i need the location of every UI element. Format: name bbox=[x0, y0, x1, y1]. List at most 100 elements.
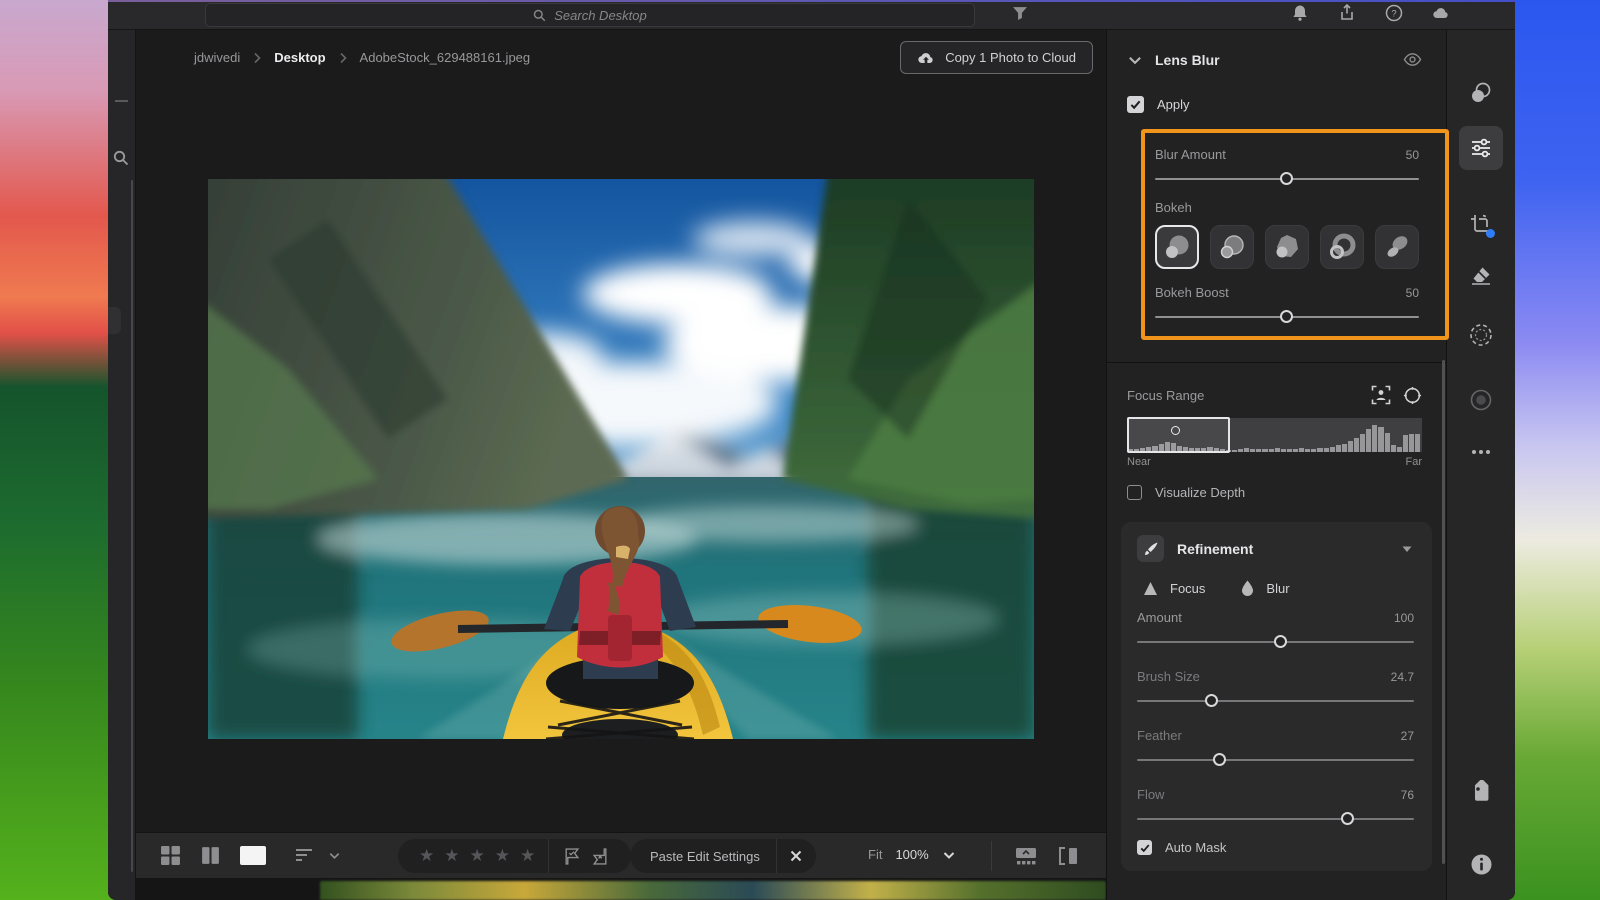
visualize-depth-label: Visualize Depth bbox=[1155, 485, 1245, 500]
focus-mode-button[interactable]: Focus bbox=[1143, 581, 1205, 596]
compare-view-icon[interactable] bbox=[200, 845, 221, 866]
photo-grid-search-icon[interactable] bbox=[113, 150, 129, 166]
paste-edit-settings-button[interactable]: Paste Edit Settings bbox=[650, 849, 776, 864]
copy-button-label: Copy 1 Photo to Cloud bbox=[945, 50, 1076, 65]
panel-scrollbar[interactable] bbox=[1442, 360, 1445, 864]
breadcrumb-folder[interactable]: Desktop bbox=[274, 50, 325, 65]
focus-range-histogram[interactable] bbox=[1127, 418, 1422, 452]
far-label: Far bbox=[1406, 456, 1423, 468]
before-after-icon[interactable] bbox=[1056, 846, 1080, 866]
dismiss-paste-button[interactable] bbox=[776, 839, 816, 873]
filmstrip-toggle-icon[interactable] bbox=[1014, 846, 1038, 866]
feather-track[interactable] bbox=[1137, 759, 1414, 761]
bokeh-option-blade[interactable] bbox=[1265, 225, 1309, 269]
star-icon[interactable]: ★ bbox=[419, 846, 434, 865]
detail-view-icon[interactable] bbox=[240, 846, 266, 865]
auto-mask-checkbox[interactable] bbox=[1137, 840, 1152, 855]
brush-size-thumb[interactable] bbox=[1205, 694, 1218, 707]
copy-to-cloud-button[interactable]: Copy 1 Photo to Cloud bbox=[900, 41, 1093, 74]
filmstrip-thumbnail[interactable] bbox=[320, 881, 1106, 900]
apply-label: Apply bbox=[1157, 97, 1190, 112]
info-icon[interactable] bbox=[1459, 842, 1503, 886]
focus-range-header: Focus Range bbox=[1127, 385, 1422, 405]
help-icon[interactable]: ? bbox=[1385, 4, 1403, 22]
star-icon[interactable]: ★ bbox=[470, 846, 485, 865]
masking-icon[interactable] bbox=[1459, 313, 1503, 357]
notifications-bell-icon[interactable] bbox=[1291, 4, 1309, 22]
flow-thumb[interactable] bbox=[1341, 812, 1354, 825]
flow-slider: Flow 76 bbox=[1137, 787, 1414, 820]
bokeh-boost-track[interactable] bbox=[1155, 316, 1419, 318]
sort-icon[interactable] bbox=[294, 846, 314, 864]
near-label: Near bbox=[1127, 456, 1151, 468]
blur-amount-thumb[interactable] bbox=[1280, 172, 1293, 185]
sort-group bbox=[294, 846, 341, 864]
star-icon[interactable]: ★ bbox=[444, 846, 459, 865]
focus-range-label: Focus Range bbox=[1127, 388, 1204, 403]
amount-track[interactable] bbox=[1137, 641, 1414, 643]
brush-size-track[interactable] bbox=[1137, 700, 1414, 702]
bokeh-option-ring[interactable] bbox=[1320, 225, 1364, 269]
bokeh-boost-thumb[interactable] bbox=[1280, 310, 1293, 323]
feather-thumb[interactable] bbox=[1213, 753, 1226, 766]
blur-amount-track[interactable] bbox=[1155, 178, 1419, 180]
star-icon[interactable]: ★ bbox=[495, 846, 510, 865]
cloud-sync-icon[interactable] bbox=[1432, 4, 1450, 22]
lens-blur-header: Lens Blur bbox=[1127, 50, 1422, 69]
center-area: jdwivedi Desktop AdobeStock_629488161.jp… bbox=[136, 30, 1106, 900]
search-input[interactable]: Search Desktop bbox=[205, 3, 975, 27]
more-options-icon[interactable] bbox=[1459, 430, 1503, 474]
focus-subject-icon[interactable] bbox=[1371, 385, 1391, 405]
check-icon bbox=[1130, 99, 1141, 110]
highlighted-controls: Blur Amount 50 Bokeh bbox=[1141, 129, 1449, 340]
lens-blur-tool-icon[interactable] bbox=[1459, 378, 1503, 422]
keywords-tag-icon[interactable] bbox=[1459, 770, 1503, 814]
pick-flag-icon[interactable] bbox=[563, 848, 580, 865]
filter-icon[interactable] bbox=[1011, 5, 1033, 25]
left-rail bbox=[108, 30, 136, 900]
chevron-down-icon[interactable] bbox=[942, 848, 956, 862]
healing-eraser-icon[interactable] bbox=[1459, 254, 1503, 298]
zoom-controls: Fit 100% bbox=[868, 847, 956, 862]
visualize-depth-checkbox[interactable] bbox=[1127, 485, 1142, 500]
zoom-level[interactable]: 100% bbox=[895, 847, 928, 862]
topbar-icon-group: ? bbox=[1291, 4, 1450, 22]
amount-label: Amount bbox=[1137, 610, 1182, 625]
edit-sliders-icon[interactable] bbox=[1459, 126, 1503, 170]
photo-illustration bbox=[208, 179, 1034, 739]
fit-button[interactable]: Fit bbox=[868, 847, 882, 862]
chevron-down-icon[interactable] bbox=[328, 849, 341, 862]
chevron-down-icon[interactable] bbox=[1127, 52, 1143, 68]
star-icon[interactable]: ★ bbox=[520, 846, 535, 865]
left-scrollbar[interactable] bbox=[131, 180, 133, 872]
bokeh-option-circle[interactable] bbox=[1155, 225, 1199, 269]
focus-point-icon[interactable] bbox=[1403, 386, 1422, 405]
focus-range-selection[interactable] bbox=[1127, 417, 1230, 453]
eye-icon[interactable] bbox=[1403, 50, 1422, 69]
amount-thumb[interactable] bbox=[1274, 635, 1287, 648]
pill-divider bbox=[548, 839, 549, 873]
crop-rotate-icon[interactable] bbox=[1459, 203, 1503, 247]
grid-view-icon[interactable] bbox=[160, 845, 181, 866]
left-rail-divider bbox=[115, 100, 128, 102]
bokeh-option-bubble[interactable] bbox=[1210, 225, 1254, 269]
reject-flag-icon[interactable] bbox=[592, 848, 609, 865]
toolbar-divider bbox=[991, 841, 992, 871]
chevron-down-icon[interactable] bbox=[1400, 542, 1414, 556]
window-top-accent bbox=[108, 0, 1515, 2]
flow-value: 76 bbox=[1401, 788, 1414, 802]
apply-checkbox[interactable] bbox=[1127, 96, 1144, 113]
blur-droplet-icon bbox=[1241, 580, 1254, 596]
presets-icon[interactable] bbox=[1459, 71, 1503, 115]
flow-track[interactable] bbox=[1137, 818, 1414, 820]
brush-size-label: Brush Size bbox=[1137, 669, 1200, 684]
blur-mode-button[interactable]: Blur bbox=[1241, 580, 1289, 596]
bokeh-option-cat-eye[interactable] bbox=[1375, 225, 1419, 269]
breadcrumb-account[interactable]: jdwivedi bbox=[194, 50, 240, 65]
brush-size-value: 24.7 bbox=[1391, 670, 1414, 684]
feather-label: Feather bbox=[1137, 728, 1182, 743]
notification-dot bbox=[1486, 229, 1495, 238]
left-panel-handle[interactable] bbox=[108, 307, 121, 334]
bokeh-boost-label: Bokeh Boost bbox=[1155, 285, 1229, 300]
share-icon[interactable] bbox=[1338, 4, 1356, 22]
